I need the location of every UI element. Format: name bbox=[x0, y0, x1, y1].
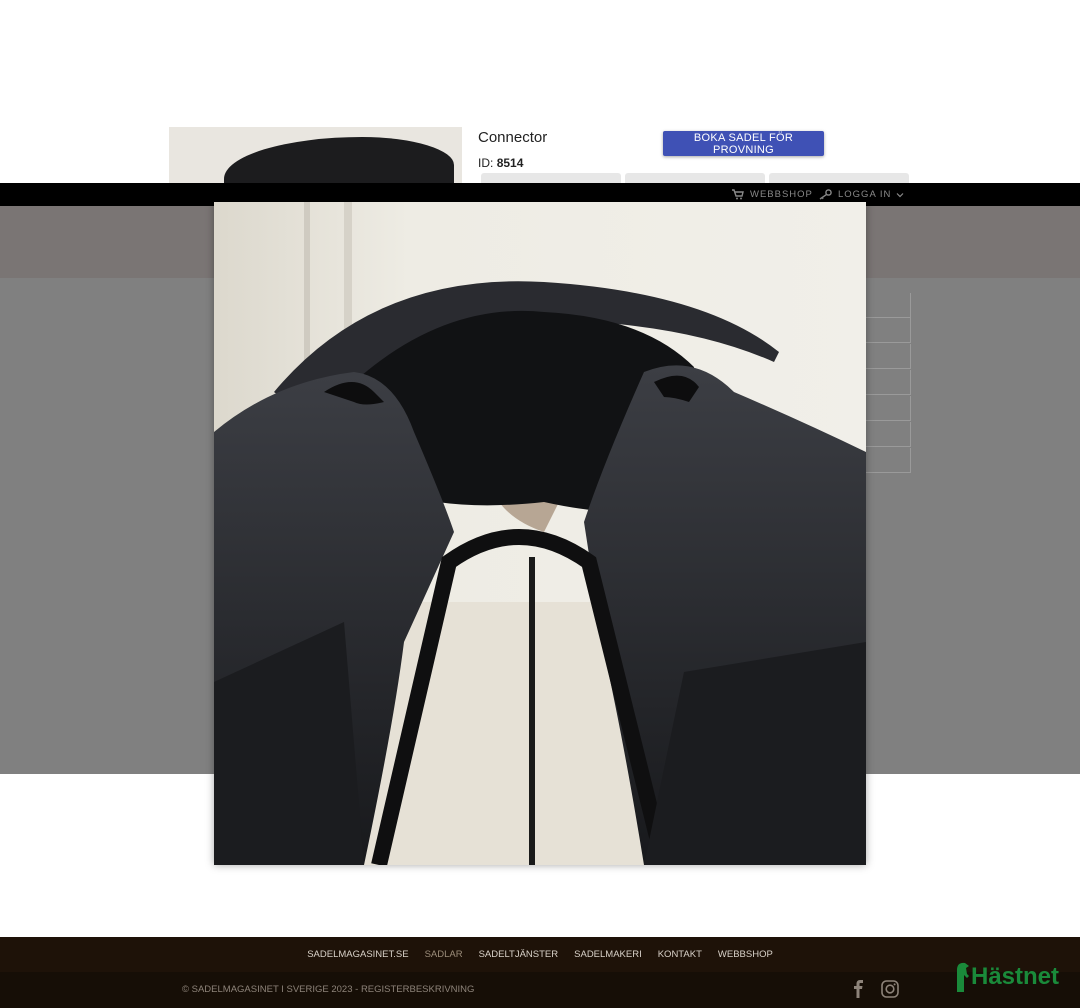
spec-tab-1[interactable] bbox=[481, 173, 621, 183]
footer-link-webbshop[interactable]: WEBBSHOP bbox=[718, 949, 773, 960]
facebook-icon[interactable] bbox=[852, 980, 864, 998]
footer-nav: SADELMAGASINET.SE SADLAR SADELTJÄNSTER S… bbox=[0, 937, 1080, 972]
footer-link-sadlar[interactable]: SADLAR bbox=[425, 949, 463, 960]
spec-tab-3[interactable] bbox=[769, 173, 909, 183]
product-id-value: 8514 bbox=[496, 156, 524, 170]
hastnet-logo-text: Hästnet bbox=[971, 963, 1060, 990]
product-id-label: ID: bbox=[478, 156, 494, 170]
horse-icon bbox=[957, 962, 969, 992]
product-id: ID: 8514 bbox=[478, 156, 523, 170]
cart-icon bbox=[732, 189, 744, 200]
spec-tab-2[interactable] bbox=[625, 173, 765, 183]
book-saddle-trial-button[interactable]: BOKA SADEL FÖR PROVNING bbox=[663, 131, 824, 156]
product-title: Connector bbox=[478, 129, 548, 146]
login-link-label: LOGGA IN bbox=[838, 189, 892, 200]
instagram-icon[interactable] bbox=[881, 980, 899, 998]
footer-link-sadelmagasinet[interactable]: SADELMAGASINET.SE bbox=[307, 949, 408, 960]
footer-link-sadeltjanster[interactable]: SADELTJÄNSTER bbox=[479, 949, 559, 960]
lightbox-image[interactable] bbox=[214, 202, 866, 865]
footer-copyright[interactable]: © SADELMAGASINET I SVERIGE 2023 - REGIST… bbox=[182, 984, 474, 995]
footer-bottom bbox=[0, 972, 1080, 1008]
webshop-link-label: WEBBSHOP bbox=[750, 189, 813, 200]
saddle-photo bbox=[214, 202, 866, 865]
hastnet-logo[interactable]: Hästnet bbox=[955, 960, 1059, 994]
footer-link-kontakt[interactable]: KONTAKT bbox=[658, 949, 702, 960]
footer-link-sadelmakeri[interactable]: SADELMAKERI bbox=[574, 949, 642, 960]
key-icon bbox=[819, 189, 832, 200]
chevron-down-icon bbox=[896, 192, 904, 197]
